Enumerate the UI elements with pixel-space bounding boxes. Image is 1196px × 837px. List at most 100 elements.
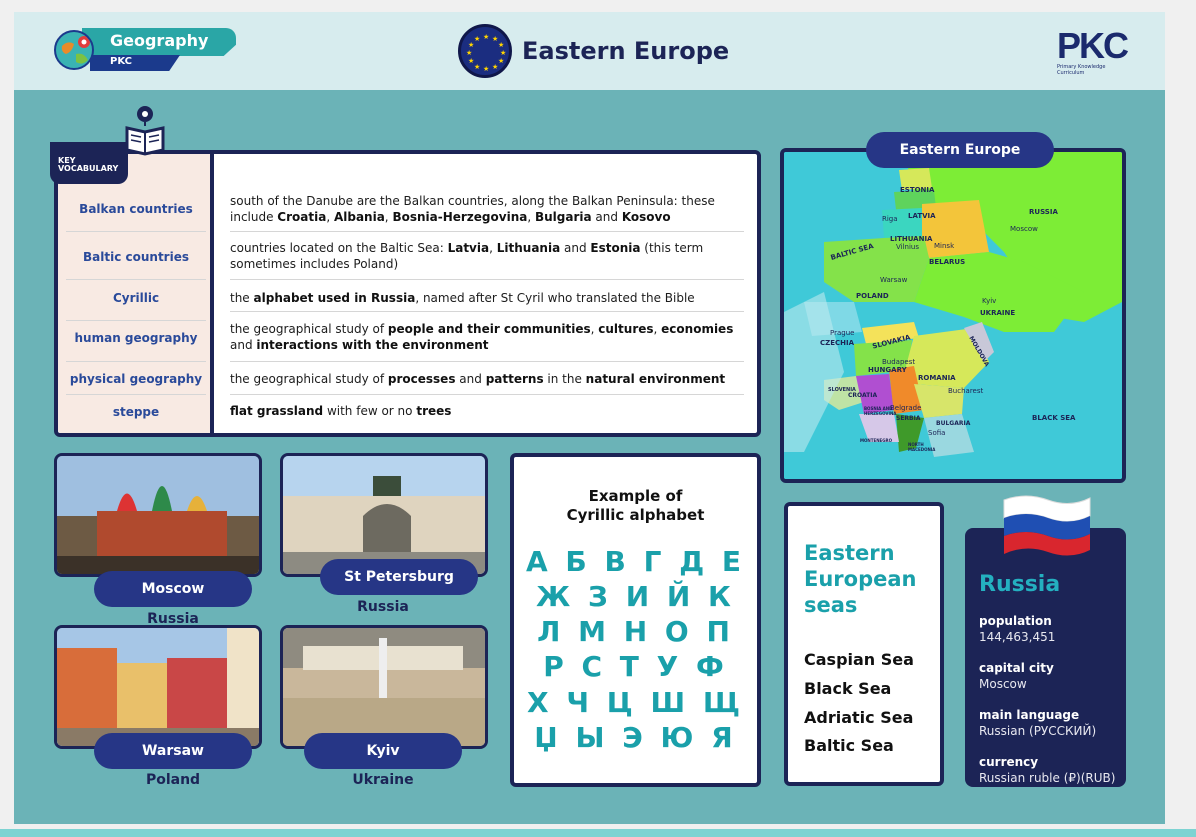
vocab-definition: the geographical study of processes and … bbox=[230, 372, 726, 386]
map-label: Prague bbox=[830, 329, 855, 337]
sea-item: Adriatic Sea bbox=[804, 708, 914, 727]
alphabet-row: Л М Н О П bbox=[537, 615, 734, 648]
map-label: CZECHIA bbox=[820, 339, 855, 347]
vocab-definition: the geographical study of people and the… bbox=[230, 322, 734, 352]
divider bbox=[66, 394, 206, 395]
map-label: LATVIA bbox=[908, 212, 936, 220]
vocab-term: steppe bbox=[112, 405, 160, 419]
alphabet-title-line1: Example of bbox=[588, 487, 683, 505]
alphabet-row: Р С Т У Ф bbox=[543, 650, 728, 683]
map-label: BOSNIA AND HERZEGOVINA bbox=[864, 406, 897, 416]
map-label: POLAND bbox=[856, 292, 889, 300]
photo-country-label: Ukraine bbox=[352, 772, 414, 788]
map-label: UKRAINE bbox=[980, 309, 1016, 317]
globe-icon bbox=[54, 30, 94, 70]
map-label: ESTONIA bbox=[900, 186, 935, 194]
map-label: CROATIA bbox=[848, 392, 878, 399]
fact-value: Russian (РУССКИЙ) bbox=[979, 724, 1097, 738]
map-label: Kyiv bbox=[982, 297, 997, 305]
photo-warsaw bbox=[54, 625, 262, 749]
tag-line2: VOCABULARY bbox=[58, 164, 119, 173]
map-label: ROMANIA bbox=[918, 374, 956, 382]
alphabet-row: Џ Ы Э Ю Я bbox=[534, 721, 737, 754]
map-label: Budapest bbox=[882, 358, 916, 366]
vocab-definition: flat grassland with few or no trees bbox=[230, 404, 452, 418]
vocab-term: human geography bbox=[74, 331, 198, 345]
title-group: ★ ★ ★ ★ ★ ★ ★ ★ ★ ★ ★ ★ Eastern Europe bbox=[458, 24, 729, 78]
russia-title: Russia bbox=[979, 572, 1061, 597]
divider bbox=[66, 231, 206, 232]
russia-flag-icon bbox=[1002, 492, 1092, 558]
map-label: BELARUS bbox=[929, 258, 966, 266]
alphabet-row: Ж З И Й К bbox=[536, 580, 735, 613]
divider bbox=[66, 279, 206, 280]
header: Geography PKC ★ ★ ★ ★ ★ ★ ★ ★ ★ ★ ★ ★ Eastern Eu… bbox=[14, 12, 1165, 90]
photo-kyiv bbox=[280, 625, 488, 749]
photo-city-label: Warsaw bbox=[94, 733, 252, 769]
sea-item: Black Sea bbox=[804, 679, 892, 698]
vocab-term: Baltic countries bbox=[83, 250, 189, 264]
map-label: Sofia bbox=[928, 429, 946, 437]
photo-country-label: Poland bbox=[145, 772, 201, 788]
fact-key: population bbox=[979, 614, 1052, 628]
fact-value: 144,463,451 bbox=[979, 630, 1056, 644]
vocab-term: Cyrillic bbox=[112, 291, 160, 305]
photo-city-label: Moscow bbox=[94, 571, 252, 607]
alphabet-row: Х Ч Ц Ш Щ bbox=[527, 686, 744, 719]
subject-sub-bar: PKC bbox=[90, 55, 180, 71]
map-label: Bucharest bbox=[948, 387, 984, 395]
worksheet-page: Geography PKC ★ ★ ★ ★ ★ ★ ★ ★ ★ ★ ★ ★ Eastern Eu… bbox=[14, 12, 1165, 824]
divider bbox=[230, 361, 744, 362]
cyrillic-alphabet-card: Example of Cyrillic alphabet А Б В Г Д Е… bbox=[510, 453, 761, 787]
vocab-term: physical geography bbox=[69, 372, 203, 386]
alphabet-title-line2: Cyrillic alphabet bbox=[566, 506, 705, 524]
russia-fact-card: Russia population 144,463,451 capital ci… bbox=[965, 528, 1126, 787]
photo-city-label: St Petersburg bbox=[320, 559, 478, 595]
bottom-strip bbox=[0, 829, 1196, 837]
eastern-europe-map: ESTONIA LATVIA RUSSIA Moscow Riga LITHUA… bbox=[780, 148, 1126, 483]
map-label: LITHUANIA bbox=[890, 235, 933, 243]
subject-label: Geography bbox=[110, 31, 209, 50]
subject-sub-label: PKC bbox=[110, 56, 132, 67]
sea-item: Caspian Sea bbox=[804, 650, 914, 669]
map-label: Minsk bbox=[934, 242, 955, 250]
logo-sub2: Curriculum bbox=[1057, 70, 1085, 76]
fact-key: capital city bbox=[979, 661, 1054, 675]
map-label: MONTENEGRO bbox=[860, 438, 893, 443]
page-title: Eastern Europe bbox=[522, 37, 730, 65]
map-illustration bbox=[784, 152, 1122, 479]
fact-key: main language bbox=[979, 708, 1080, 722]
divider bbox=[230, 231, 744, 232]
vocab-definition: countries located on the Baltic Sea: Lat… bbox=[230, 241, 704, 271]
map-label: Warsaw bbox=[880, 276, 908, 284]
photo-moscow bbox=[54, 453, 262, 577]
fact-value: Russian ruble (₽)(RUB) bbox=[979, 771, 1116, 785]
divider bbox=[66, 320, 206, 321]
divider bbox=[66, 361, 206, 362]
seas-title-line1: Eastern bbox=[804, 541, 895, 565]
fact-key: currency bbox=[979, 755, 1039, 769]
map-label: Riga bbox=[882, 215, 898, 223]
map-label: BULGARIA bbox=[936, 420, 971, 427]
key-vocabulary-tag: KEY VOCABULARY bbox=[50, 142, 128, 184]
map-label: RUSSIA bbox=[1029, 208, 1058, 216]
fact-value: Moscow bbox=[979, 677, 1027, 691]
vocab-definition: the alphabet used in Russia, named after… bbox=[230, 291, 695, 305]
divider bbox=[230, 394, 744, 395]
divider bbox=[230, 311, 744, 312]
map-label: BLACK SEA bbox=[1032, 414, 1076, 422]
eu-flag-icon: ★ ★ ★ ★ ★ ★ ★ ★ ★ ★ ★ ★ bbox=[458, 24, 512, 78]
map-title: Eastern Europe bbox=[866, 132, 1054, 168]
seas-title-line3: seas bbox=[804, 593, 858, 617]
logo-text: PKC bbox=[1057, 25, 1129, 66]
map-label: Vilnius bbox=[896, 243, 919, 251]
pkc-logo: PKC Primary Knowledge Curriculum bbox=[1057, 28, 1143, 78]
map-label: HUNGARY bbox=[868, 366, 907, 374]
seas-title-line2: European bbox=[804, 567, 917, 591]
book-icon bbox=[124, 104, 166, 156]
map-label: NORTH MACEDONIA bbox=[908, 442, 936, 452]
subject-bar: Geography bbox=[82, 28, 236, 56]
alphabet-row: А Б В Г Д Е bbox=[526, 545, 745, 578]
divider bbox=[230, 279, 744, 280]
photo-city-label: Kyiv bbox=[304, 733, 462, 769]
